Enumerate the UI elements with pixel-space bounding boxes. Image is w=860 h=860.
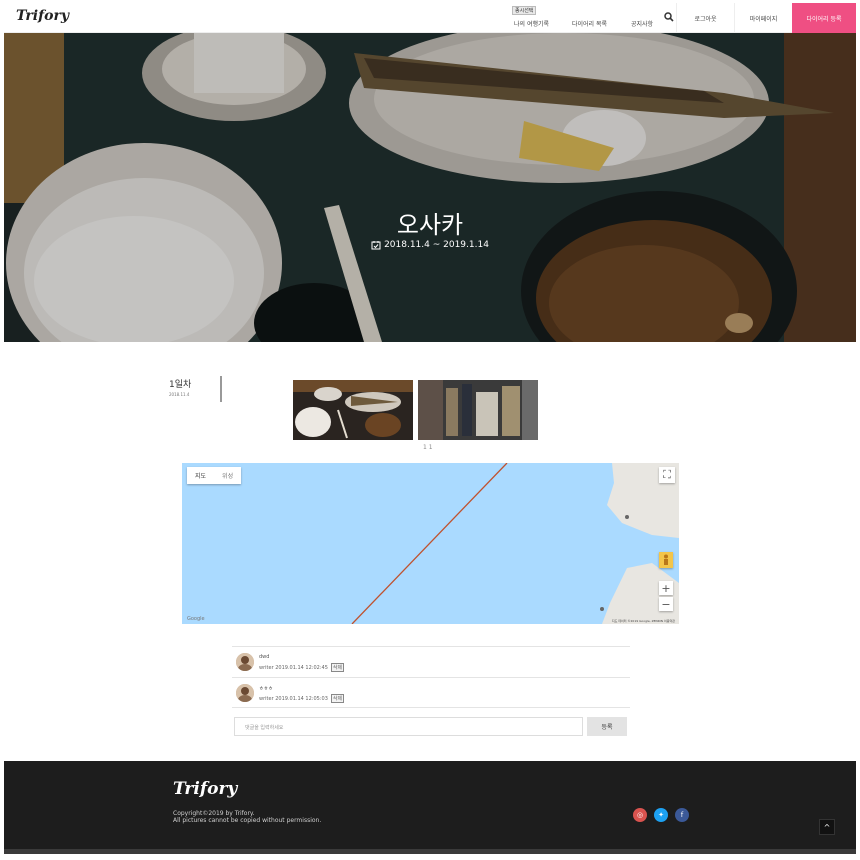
photo-pager[interactable]: 1 1	[423, 444, 433, 451]
site-footer: Trifory Copyright©2019 by Trifory. All p…	[4, 761, 856, 849]
comment-author: dwd	[259, 654, 270, 660]
twitter-icon[interactable]: ✦	[654, 808, 668, 822]
zoom-in-icon[interactable]: +	[659, 581, 673, 595]
route-map[interactable]: 지도 위성 ⛶ + − Google 지도 데이터 ©2019 Google, …	[182, 463, 679, 624]
map-attribution: 지도 데이터 ©2019 Google, ZENRIN 이용약관	[611, 619, 675, 623]
avatar	[236, 653, 254, 671]
comment-writer-date: writer 2019.01.14 12:05:03	[259, 695, 328, 702]
photo-thumbnail[interactable]	[418, 380, 538, 440]
delete-comment-button[interactable]: 삭제	[330, 694, 345, 703]
comment-submit-button[interactable]: 등록	[587, 717, 627, 736]
trip-title: 오사카	[396, 211, 464, 239]
permission-notice: All pictures cannot be copied without pe…	[173, 817, 322, 824]
delete-comment-button[interactable]: 삭제	[330, 663, 345, 672]
nav-my-travel[interactable]: 나의 여행기록	[514, 19, 549, 28]
zoom-out-icon[interactable]: −	[659, 597, 673, 611]
comment-meta: writer 2019.01.14 12:05:03 삭제	[259, 694, 345, 703]
comment-list: dwd writer 2019.01.14 12:02:45 삭제 ㅎㅎㅎ wr…	[232, 646, 630, 708]
diary-register-button[interactable]: 다이어리 등록	[792, 3, 856, 33]
trip-dates-text: 2018.11.4 ~ 2019.1.14	[384, 240, 489, 250]
map-tab-satellite[interactable]: 위성	[214, 467, 241, 484]
nav-notice[interactable]: 공지사항	[631, 19, 653, 28]
footer-logo: Trifory	[173, 779, 238, 799]
hero-banner: 오사카 2018.11.4 ~ 2019.1.14	[4, 33, 856, 342]
map-tab-map[interactable]: 지도	[187, 467, 214, 484]
map-canvas[interactable]	[182, 463, 679, 624]
avatar	[236, 684, 254, 702]
day-title: 1일차	[169, 380, 192, 390]
nav-badge[interactable]: 종시선택	[512, 6, 537, 15]
photo-thumbnail[interactable]	[293, 380, 413, 440]
google-logo: Google	[187, 616, 205, 622]
trip-dates: 2018.11.4 ~ 2019.1.14	[4, 240, 856, 250]
instagram-icon[interactable]: ◎	[633, 808, 647, 822]
comment-item: ㅎㅎㅎ writer 2019.01.14 12:05:03 삭제	[232, 677, 630, 708]
comment-author: ㅎㅎㅎ	[259, 686, 273, 692]
copyright-text: Copyright©2019 by Trifory.	[173, 810, 255, 817]
facebook-icon[interactable]: f	[675, 808, 689, 822]
logout-button[interactable]: 로그아웃	[676, 3, 734, 33]
mypage-button[interactable]: 마이페이지	[734, 3, 792, 33]
nav-diary-list[interactable]: 다이어리 목록	[572, 19, 607, 28]
comment-meta: writer 2019.01.14 12:02:45 삭제	[259, 663, 345, 672]
fullscreen-icon[interactable]: ⛶	[659, 467, 675, 483]
scroll-top-button[interactable]: ^	[819, 819, 835, 835]
site-logo[interactable]: Trifory	[16, 8, 69, 24]
day-date: 2018.11.4	[169, 392, 190, 397]
footer-copyright: Copyright©2019 by Trifory. All pictures …	[173, 810, 321, 824]
street-view-icon[interactable]	[659, 552, 673, 568]
comment-writer-date: writer 2019.01.14 12:02:45	[259, 664, 328, 671]
day-divider	[220, 376, 222, 402]
map-type-tabs: 지도 위성	[187, 467, 242, 484]
comment-input[interactable]: 댓글을 입력하세요	[234, 717, 583, 736]
calendar-icon	[371, 241, 381, 250]
site-header: Trifory 종시선택 나의 여행기록 다이어리 목록 공지사항 로그아웃 마…	[4, 3, 856, 33]
bottom-strip	[4, 849, 856, 854]
search-icon[interactable]	[663, 11, 675, 23]
comment-item: dwd writer 2019.01.14 12:02:45 삭제	[232, 646, 630, 677]
hero-food-photo	[4, 33, 856, 342]
